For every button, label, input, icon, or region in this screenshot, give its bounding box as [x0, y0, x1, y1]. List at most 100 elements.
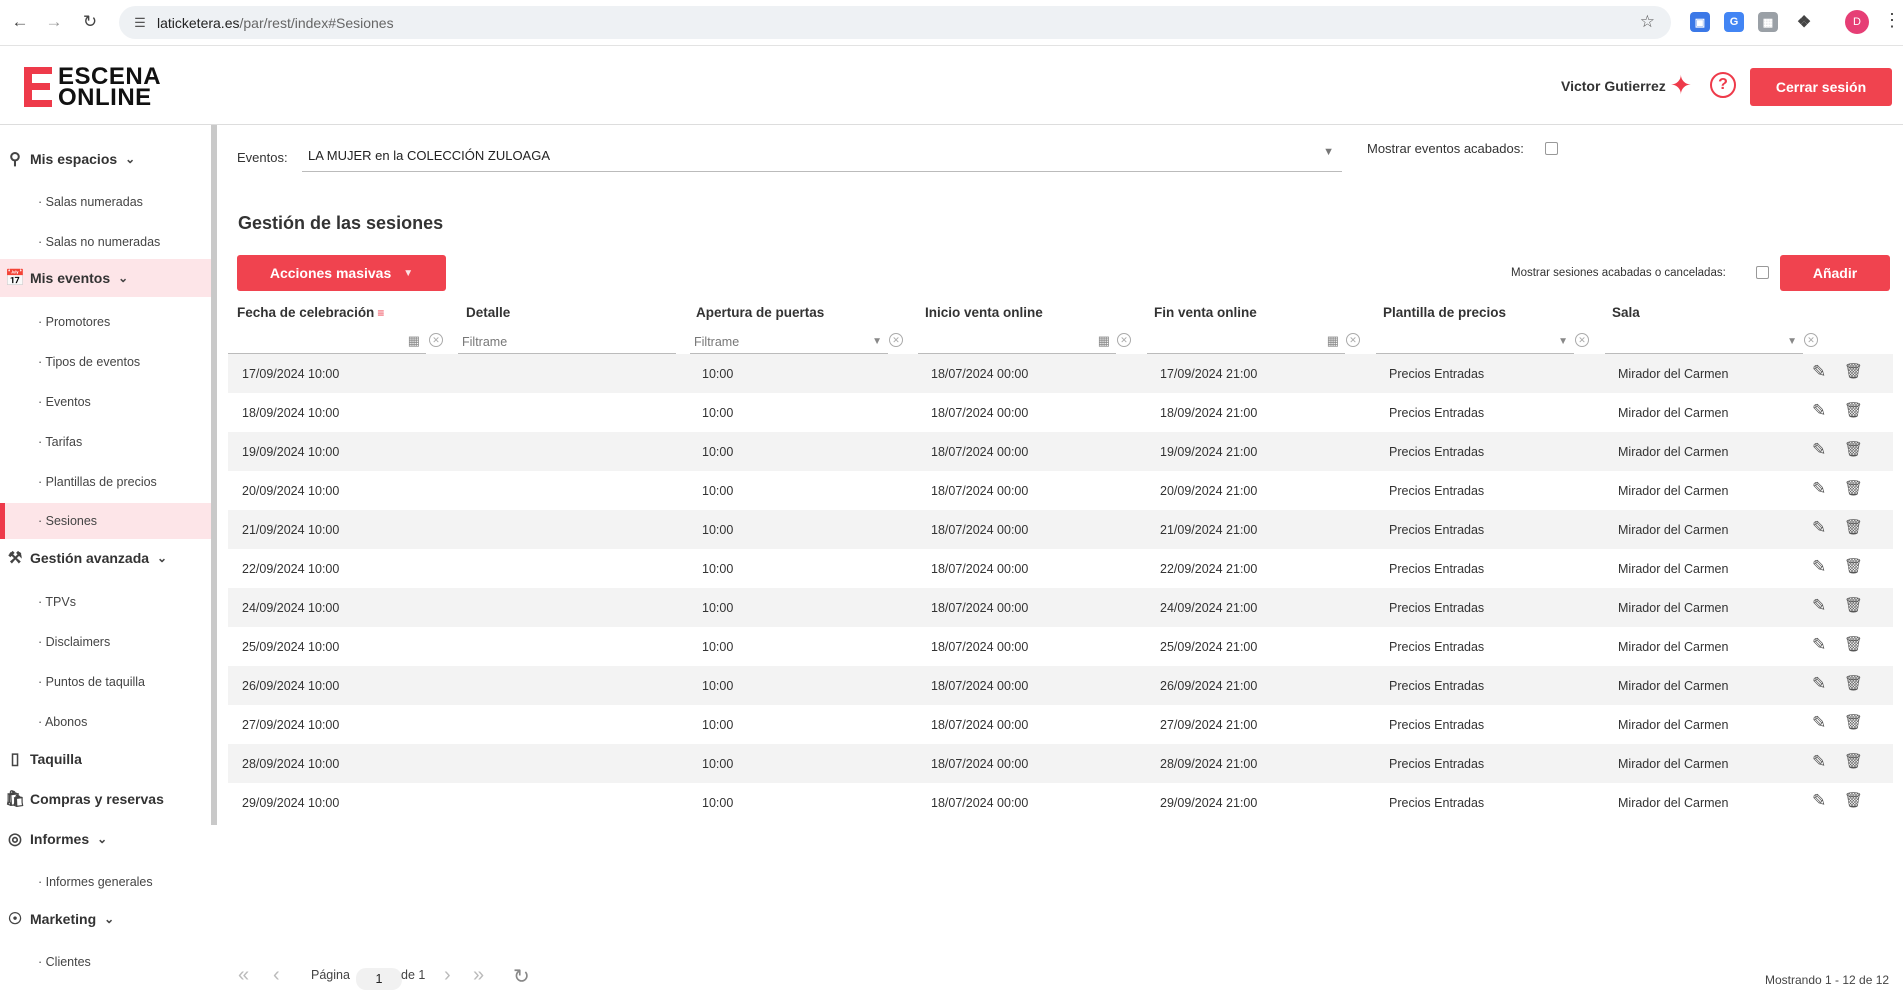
filter-fin-venta[interactable]: ▦ [1147, 330, 1345, 354]
sidebar-section-compras-y-reservas[interactable]: 🛍 Compras y reservas [0, 780, 211, 818]
add-session-button[interactable]: Añadir [1780, 255, 1890, 291]
delete-trash-icon[interactable]: 🗑 [1844, 401, 1863, 419]
edit-pencil-icon[interactable]: ✎ [1812, 752, 1826, 772]
column-header-inicio-venta[interactable]: Inicio venta online [925, 305, 1043, 320]
page-number-input[interactable]: 1 [356, 968, 402, 990]
delete-trash-icon[interactable]: 🗑 [1844, 479, 1863, 497]
sidebar-item-informes-generales[interactable]: · Informes generales [0, 864, 211, 900]
edit-pencil-icon[interactable]: ✎ [1812, 518, 1826, 538]
sidebar-item-salas-no-numeradas[interactable]: · Salas no numeradas [0, 224, 211, 260]
table-row[interactable]: 27/09/2024 10:00 10:00 18/07/2024 00:00 27/… [228, 705, 1893, 744]
sidebar-section-informes[interactable]: ◎ Informes ⌄ [0, 820, 211, 858]
clear-filter-icon[interactable]: ✕ [1804, 333, 1818, 347]
sidebar-section-mis-eventos[interactable]: 📅 Mis eventos ⌄ [0, 259, 211, 297]
sidebar-item-plantillas-de-precios[interactable]: · Plantillas de precios [0, 464, 211, 500]
edit-pencil-icon[interactable]: ✎ [1812, 791, 1826, 811]
table-row[interactable]: 25/09/2024 10:00 10:00 18/07/2024 00:00 25/… [228, 627, 1893, 666]
column-header-apertura[interactable]: Apertura de puertas [696, 305, 824, 320]
sidebar-item-sesiones[interactable]: · Sesiones [0, 503, 211, 539]
delete-trash-icon[interactable]: 🗑 [1844, 713, 1863, 731]
help-icon[interactable]: ? [1710, 72, 1736, 98]
ai-sparkle-icon[interactable]: ✦ [1670, 70, 1692, 101]
sidebar-item-abonos[interactable]: · Abonos [0, 704, 211, 740]
sidebar-item-tpvs[interactable]: · TPVs [0, 584, 211, 620]
sidebar-item-salas-numeradas[interactable]: · Salas numeradas [0, 184, 211, 220]
dropdown-caret-icon[interactable]: ▼ [872, 336, 882, 347]
sort-icon[interactable]: ≡ [377, 306, 384, 320]
sidebar-item-tarifas[interactable]: · Tarifas [0, 424, 211, 460]
delete-trash-icon[interactable]: 🗑 [1844, 791, 1863, 809]
delete-trash-icon[interactable]: 🗑 [1844, 596, 1863, 614]
sidebar-item-tipos-de-eventos[interactable]: · Tipos de eventos [0, 344, 211, 380]
column-header-fin-venta[interactable]: Fin venta online [1154, 305, 1257, 320]
edit-pencil-icon[interactable]: ✎ [1812, 674, 1826, 694]
events-select[interactable]: LA MUJER en la COLECCIÓN ZULOAGA ▼ [302, 140, 1342, 172]
sidebar-item-promotores[interactable]: · Promotores [0, 304, 211, 340]
delete-trash-icon[interactable]: 🗑 [1844, 362, 1863, 380]
table-row[interactable]: 28/09/2024 10:00 10:00 18/07/2024 00:00 28/… [228, 744, 1893, 783]
table-row[interactable]: 29/09/2024 10:00 10:00 18/07/2024 00:00 29/… [228, 783, 1893, 822]
dropdown-caret-icon[interactable]: ▼ [1558, 336, 1568, 347]
sidebar-section-gestion-avanzada[interactable]: ⚒ Gestión avanzada ⌄ [0, 539, 211, 577]
delete-trash-icon[interactable]: 🗑 [1844, 674, 1863, 692]
edit-pencil-icon[interactable]: ✎ [1812, 401, 1826, 421]
screenshot-extension-icon[interactable]: ▦ [1758, 12, 1778, 32]
sidebar-item-disclaimers[interactable]: · Disclaimers [0, 624, 211, 660]
first-page-icon[interactable]: « [238, 964, 249, 987]
escena-online-logo[interactable]: ESCENA ONLINE [24, 65, 161, 110]
extension-icon[interactable]: ▣ [1690, 12, 1710, 32]
filter-inicio-venta[interactable]: ▦ [918, 330, 1116, 354]
sidebar-scrollbar[interactable] [211, 125, 217, 825]
bookmark-star-icon[interactable]: ☆ [1640, 12, 1655, 32]
sidebar-section-mis-espacios[interactable]: ⚲ Mis espacios ⌄ [0, 140, 211, 178]
table-row[interactable]: 20/09/2024 10:00 10:00 18/07/2024 00:00 20/… [228, 471, 1893, 510]
table-row[interactable]: 24/09/2024 10:00 10:00 18/07/2024 00:00 24/… [228, 588, 1893, 627]
table-row[interactable]: 19/09/2024 10:00 10:00 18/07/2024 00:00 19/… [228, 432, 1893, 471]
site-settings-icon[interactable]: ☰ [131, 14, 149, 32]
filter-apertura[interactable]: Filtrame ▼ [690, 330, 888, 354]
delete-trash-icon[interactable]: 🗑 [1844, 557, 1863, 575]
delete-trash-icon[interactable]: 🗑 [1844, 752, 1863, 770]
profile-avatar[interactable]: D [1845, 10, 1869, 34]
sidebar-section-taquilla[interactable]: ▯ Taquilla [0, 740, 211, 778]
table-row[interactable]: 17/09/2024 10:00 10:00 18/07/2024 00:00 17/… [228, 354, 1893, 393]
column-header-fecha[interactable]: Fecha de celebración ≡ [237, 305, 384, 320]
column-header-plantilla[interactable]: Plantilla de precios [1383, 305, 1506, 320]
clear-filter-icon[interactable]: ✕ [1575, 333, 1589, 347]
delete-trash-icon[interactable]: 🗑 [1844, 518, 1863, 536]
delete-trash-icon[interactable]: 🗑 [1844, 440, 1863, 458]
calendar-grid-icon[interactable]: ▦ [408, 333, 420, 349]
edit-pencil-icon[interactable]: ✎ [1812, 713, 1826, 733]
show-finished-events-checkbox[interactable] [1545, 142, 1558, 155]
translate-icon[interactable]: G [1724, 12, 1744, 32]
clear-filter-icon[interactable]: ✕ [1346, 333, 1360, 347]
table-row[interactable]: 22/09/2024 10:00 10:00 18/07/2024 00:00 22/… [228, 549, 1893, 588]
next-page-icon[interactable]: › [444, 964, 451, 987]
refresh-icon[interactable]: ↻ [513, 964, 530, 989]
column-header-sala[interactable]: Sala [1612, 305, 1640, 320]
table-row[interactable]: 26/09/2024 10:00 10:00 18/07/2024 00:00 26/… [228, 666, 1893, 705]
sidebar-item-puntos-de-taquilla[interactable]: · Puntos de taquilla [0, 664, 211, 700]
reload-icon[interactable]: ↻ [78, 10, 102, 34]
table-row[interactable]: 18/09/2024 10:00 10:00 18/07/2024 00:00 18/… [228, 393, 1893, 432]
edit-pencil-icon[interactable]: ✎ [1812, 596, 1826, 616]
logout-button[interactable]: Cerrar sesión [1750, 68, 1892, 106]
sidebar-item-eventos[interactable]: · Eventos [0, 384, 211, 420]
filter-fecha[interactable]: ▦ [228, 330, 426, 354]
forward-arrow-icon[interactable]: → [42, 10, 66, 34]
clear-filter-icon[interactable]: ✕ [1117, 333, 1131, 347]
dropdown-caret-icon[interactable]: ▼ [1787, 336, 1797, 347]
clear-filter-icon[interactable]: ✕ [889, 333, 903, 347]
extensions-puzzle-icon[interactable]: ❖ [1794, 12, 1814, 32]
sidebar-item-clientes[interactable]: · Clientes [0, 944, 211, 980]
last-page-icon[interactable]: » [473, 964, 484, 987]
table-row[interactable]: 21/09/2024 10:00 10:00 18/07/2024 00:00 21/… [228, 510, 1893, 549]
edit-pencil-icon[interactable]: ✎ [1812, 557, 1826, 577]
edit-pencil-icon[interactable]: ✎ [1812, 479, 1826, 499]
edit-pencil-icon[interactable]: ✎ [1812, 362, 1826, 382]
sidebar-section-marketing[interactable]: ☉ Marketing ⌄ [0, 900, 211, 938]
filter-sala[interactable]: ▼ [1605, 330, 1803, 354]
clear-filter-icon[interactable]: ✕ [429, 333, 443, 347]
previous-page-icon[interactable]: ‹ [273, 964, 280, 987]
delete-trash-icon[interactable]: 🗑 [1844, 635, 1863, 653]
